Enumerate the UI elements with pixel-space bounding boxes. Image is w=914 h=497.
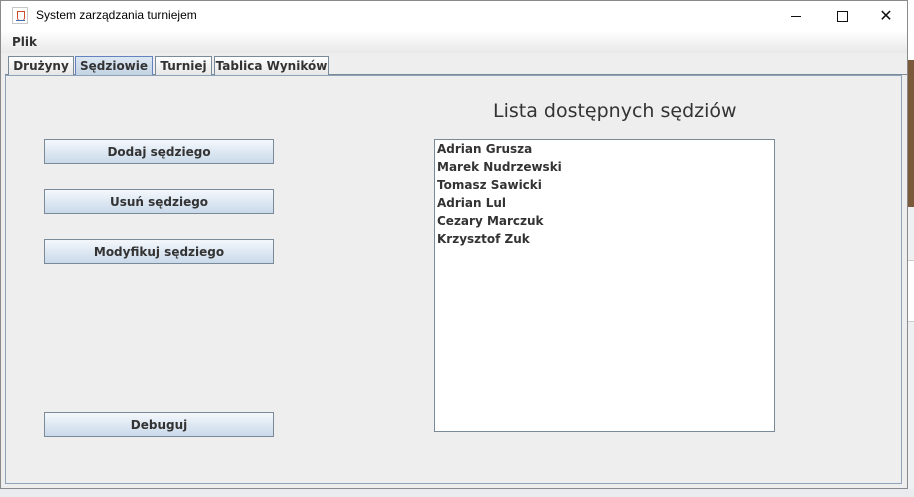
java-app-icon [12,7,28,24]
background-image-strip [908,60,914,207]
referee-list-item[interactable]: Adrian Grusza [437,140,532,158]
maximize-button[interactable] [819,1,865,31]
referee-list[interactable]: Adrian Grusza Marek Nudrzewski Tomasz Sa… [434,139,775,432]
close-icon: ✕ [879,6,893,25]
menu-plik[interactable]: Plik [12,35,37,49]
add-referee-button[interactable]: Dodaj sędziego [44,139,274,164]
title-bar[interactable]: System zarządzania turniejem ✕ [1,1,907,31]
minimize-button[interactable] [773,1,819,31]
referee-list-item[interactable]: Adrian Lul [437,194,506,212]
tab-druzyny[interactable]: Drużyny [8,56,74,75]
debug-button[interactable]: Debuguj [44,412,274,437]
background-band [908,260,914,322]
tab-turniej[interactable]: Turniej [155,56,212,75]
minimize-icon [791,15,801,17]
referee-list-item[interactable]: Marek Nudrzewski [437,158,562,176]
tab-tablica-wynikow[interactable]: Tablica Wyników [214,56,329,75]
referee-list-title: Lista dostępnych sędziów [493,100,737,122]
remove-referee-button[interactable]: Usuń sędziego [44,189,274,214]
maximize-icon [836,10,848,22]
menu-bar: Plik [1,31,907,53]
background-taskbar-edge [0,489,914,497]
referee-list-item[interactable]: Cezary Marczuk [437,212,544,230]
background-window-right [908,60,914,497]
referee-list-item[interactable]: Tomasz Sawicki [437,176,542,194]
referees-panel: Dodaj sędziego Usuń sędziego Modyfikuj s… [5,75,902,484]
window-title: System zarządzania turniejem [36,8,197,22]
referee-list-item[interactable]: Krzysztof Zuk [437,230,530,248]
app-window: System zarządzania turniejem ✕ Plik Druż… [0,0,908,489]
tab-strip: Drużyny Sędziowie Turniej Tablica Wynikó… [1,54,907,75]
modify-referee-button[interactable]: Modyfikuj sędziego [44,239,274,264]
close-button[interactable]: ✕ [863,1,909,31]
tab-sedziowie[interactable]: Sędziowie [75,56,153,75]
